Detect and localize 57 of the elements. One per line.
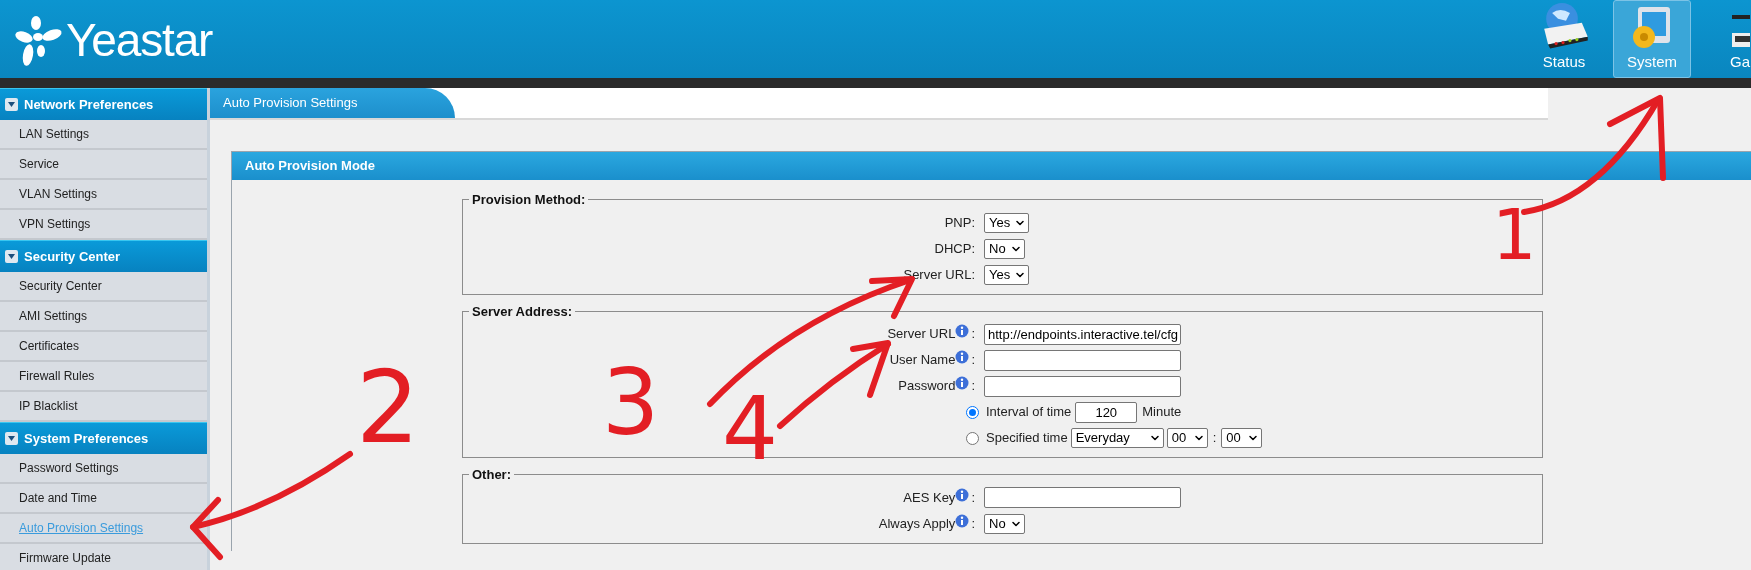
radio-label: Specified time bbox=[986, 429, 1068, 448]
colon: : bbox=[971, 351, 975, 370]
panel-header: Auto Provision Mode bbox=[232, 152, 1751, 180]
input-field[interactable] bbox=[984, 349, 1181, 371]
sidebar-link[interactable]: Certificates bbox=[19, 337, 80, 355]
logo-icon bbox=[14, 15, 64, 67]
radio-label: Interval of time bbox=[986, 403, 1072, 422]
colon: : bbox=[971, 488, 975, 507]
colon: : bbox=[971, 377, 975, 396]
dropdown[interactable]: No bbox=[984, 238, 1025, 259]
fieldset-legend: Provision Method: bbox=[469, 190, 589, 210]
colon: : bbox=[971, 514, 975, 533]
sidebar-link[interactable]: IP Blacklist bbox=[19, 397, 78, 415]
input-field[interactable] bbox=[984, 375, 1181, 397]
handwritten-number: 1 bbox=[1492, 200, 1537, 270]
input-field[interactable] bbox=[984, 487, 1181, 508]
caret-icon bbox=[8, 102, 15, 107]
sidebar-section-header[interactable]: Security Center bbox=[0, 240, 207, 272]
field-label: User Name bbox=[889, 351, 956, 370]
info-icon[interactable] bbox=[955, 350, 970, 364]
sidebar-link[interactable]: Service bbox=[19, 155, 59, 173]
separator: : bbox=[1212, 429, 1217, 448]
info-icon[interactable] bbox=[955, 324, 970, 338]
field-label: AES Key bbox=[903, 488, 956, 507]
dropdown[interactable]: Yes bbox=[984, 212, 1030, 233]
field-label: PNP: bbox=[944, 213, 975, 232]
fieldset-legend: Other: bbox=[469, 465, 514, 485]
sidebar-link[interactable]: AMI Settings bbox=[19, 307, 88, 325]
handwritten-number: 4 bbox=[722, 385, 778, 473]
brand-name: Yeastar bbox=[66, 17, 213, 63]
dropdown[interactable]: 00 bbox=[1221, 428, 1263, 448]
nav-button[interactable]: Status bbox=[1525, 0, 1603, 78]
handwritten-number: 2 bbox=[356, 358, 420, 458]
caret-icon bbox=[8, 436, 15, 441]
input-field[interactable]: 120 bbox=[1075, 401, 1138, 423]
field-label: Always Apply bbox=[878, 514, 956, 533]
fieldset-legend: Server Address: bbox=[469, 301, 575, 321]
info-icon[interactable] bbox=[955, 487, 970, 502]
input-field[interactable]: http://endpoints.interactive.tel/cfg bbox=[984, 323, 1181, 345]
handwritten-number: 3 bbox=[602, 358, 660, 448]
info-icon[interactable] bbox=[955, 376, 970, 390]
radio-button[interactable] bbox=[966, 431, 979, 445]
sidebar-section-header[interactable]: Network Preferences bbox=[0, 88, 207, 120]
dropdown[interactable]: Yes bbox=[984, 264, 1030, 285]
nav-button[interactable]: Ga bbox=[1701, 0, 1751, 78]
radio-button[interactable] bbox=[966, 405, 979, 419]
info-icon[interactable] bbox=[955, 513, 970, 528]
caret-icon bbox=[8, 254, 15, 259]
colon: : bbox=[971, 325, 975, 344]
unit-label: Minute bbox=[1142, 403, 1182, 422]
sidebar-section-header[interactable]: System Preferences bbox=[0, 422, 207, 454]
dropdown[interactable]: 00 bbox=[1166, 428, 1208, 448]
field-label: Password bbox=[898, 377, 956, 396]
field-label: Server URL bbox=[887, 325, 956, 344]
field-label: DHCP: bbox=[934, 239, 975, 258]
dropdown[interactable]: No bbox=[984, 513, 1025, 534]
dropdown[interactable]: Everyday bbox=[1070, 428, 1164, 448]
